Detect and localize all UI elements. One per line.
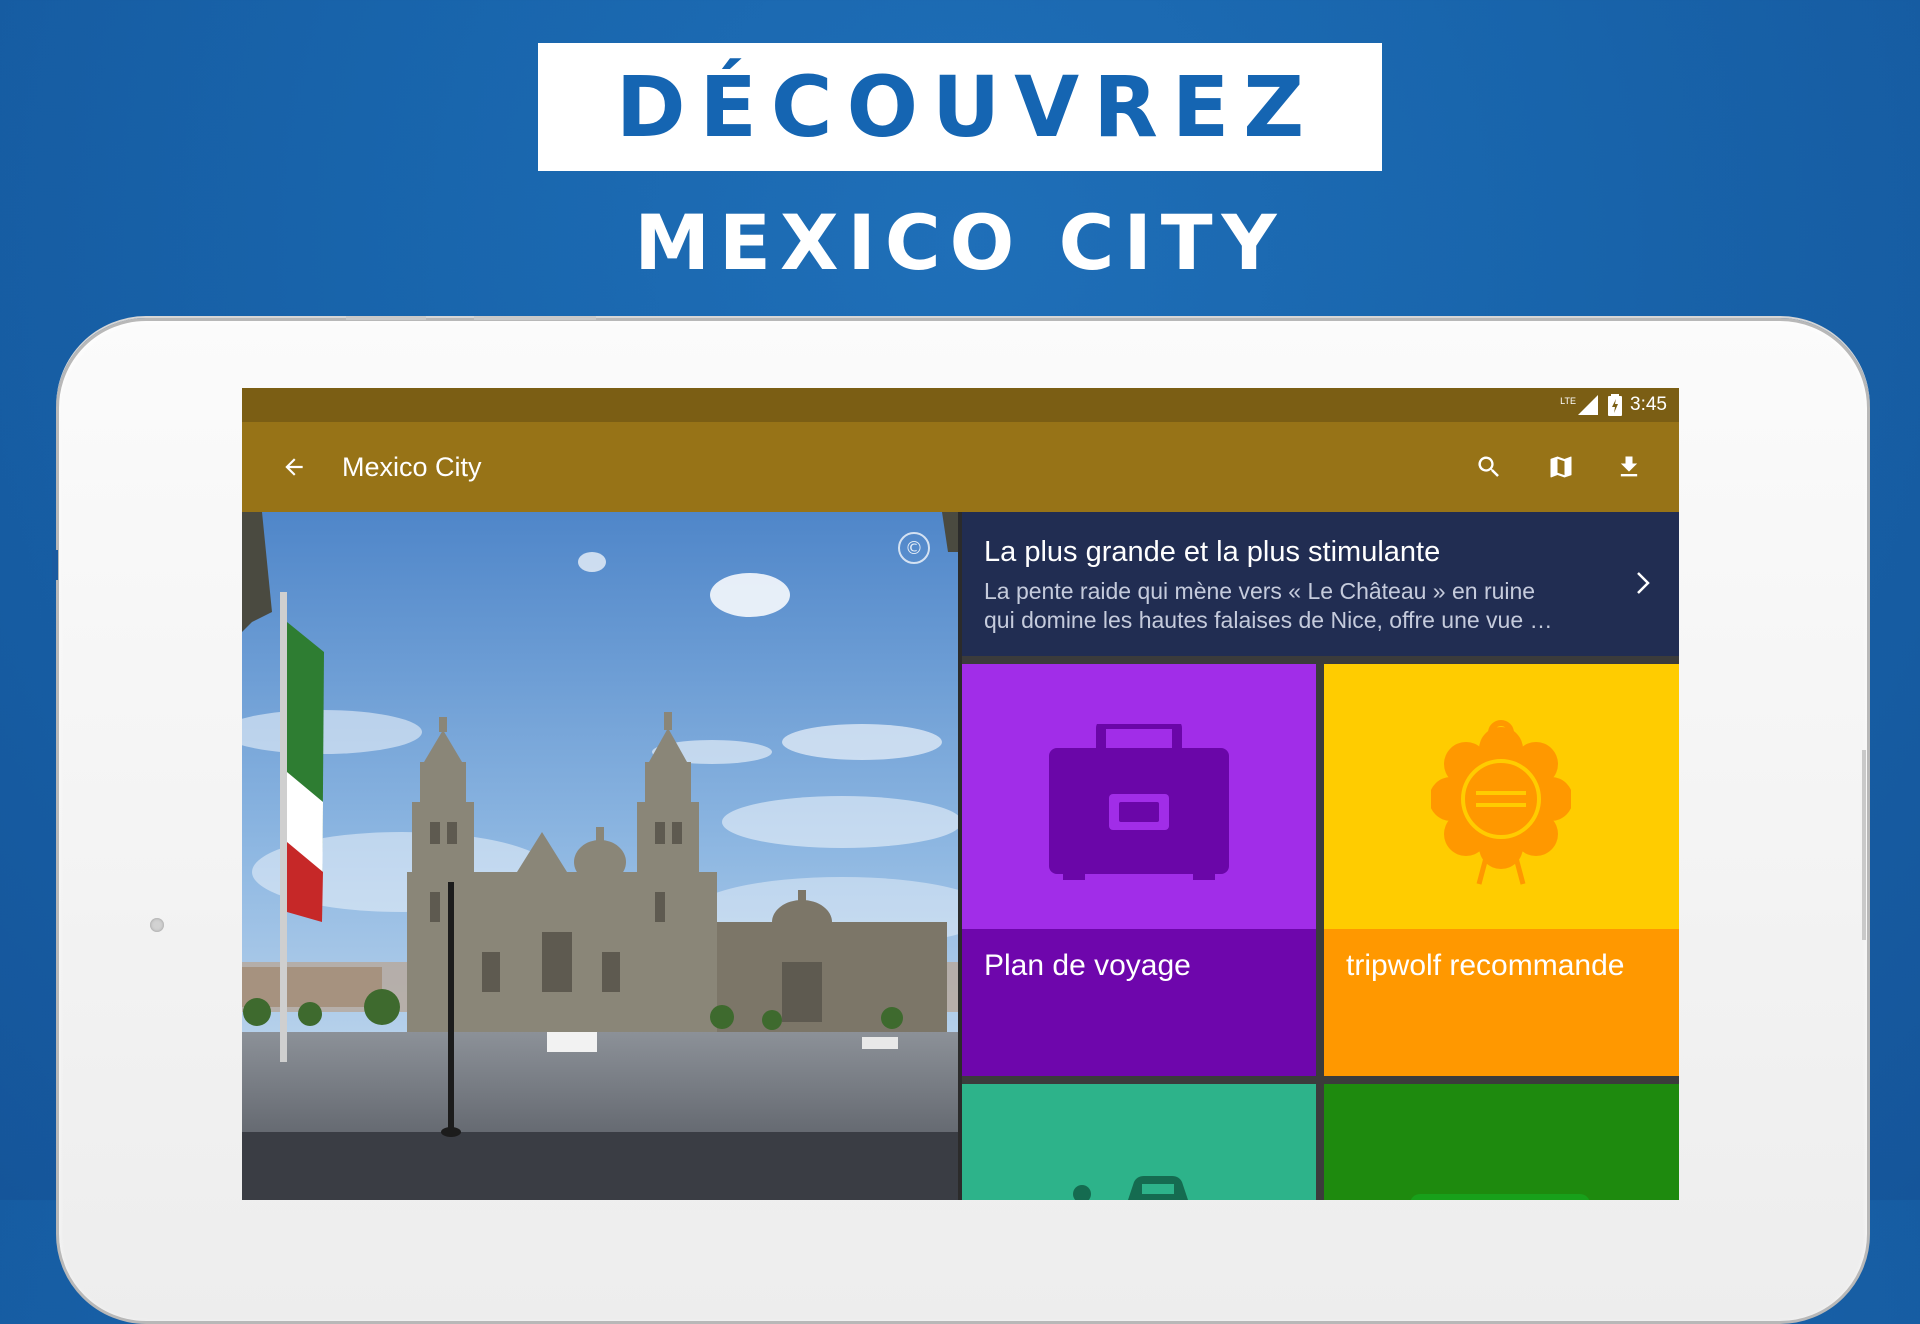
- featured-title: La plus grande et la plus stimulante: [984, 536, 1441, 568]
- featured-description-line1: La pente raide qui mène vers « Le Châtea…: [984, 578, 1536, 604]
- hero-photo-zocalo-cathedral[interactable]: ©: [242, 512, 958, 1200]
- promo-subheadline: MEXICO CITY: [634, 198, 1286, 287]
- copyright-icon: ©: [898, 532, 930, 564]
- battery-icon: [1608, 394, 1623, 416]
- tablet-side-button: [52, 550, 58, 580]
- lte-label: LTE: [1560, 396, 1577, 406]
- tablet-side-button: [1862, 750, 1866, 940]
- tile-label: Plan de voyage: [984, 949, 1191, 982]
- app-screen: LTE 3:45 Mexico City © La plus grande et…: [242, 388, 1679, 1200]
- car-icon: [1073, 1176, 1188, 1200]
- tablet-top-button: [474, 316, 596, 320]
- featured-description-line2: qui domine les hautes falaises de Nice, …: [984, 607, 1553, 633]
- ticket-icon: [1410, 1194, 1590, 1200]
- camera-dot: [150, 918, 164, 932]
- app-title: Mexico City: [342, 451, 482, 482]
- tile-tripwolf-recommande[interactable]: tripwolf recommande: [1324, 664, 1679, 1076]
- chevron-right-icon[interactable]: [1634, 570, 1652, 601]
- tile-transport[interactable]: [962, 1084, 1316, 1200]
- status-bar: LTE 3:45: [242, 388, 1679, 422]
- seal-icon: [1431, 720, 1571, 885]
- app-bar: Mexico City: [242, 422, 1679, 512]
- map-icon[interactable]: [1547, 453, 1575, 481]
- tile-plan-de-voyage[interactable]: Plan de voyage: [962, 664, 1316, 1076]
- tile-label: tripwolf recommande: [1346, 949, 1625, 982]
- status-time: 3:45: [1630, 394, 1667, 415]
- signal-icon: [1578, 395, 1599, 415]
- tile-events[interactable]: [1324, 1084, 1679, 1200]
- download-icon[interactable]: [1615, 453, 1643, 481]
- promo-headline-box: DÉCOUVREZ: [538, 43, 1382, 171]
- featured-article-card[interactable]: La plus grande et la plus stimulante La …: [962, 512, 1679, 656]
- tile-label-bar: tripwolf recommande: [1324, 929, 1679, 1076]
- tablet-top-button: [346, 316, 426, 320]
- promo-headline: DÉCOUVREZ: [615, 58, 1319, 156]
- back-arrow-icon[interactable]: [280, 453, 308, 481]
- tile-label-bar: Plan de voyage: [962, 929, 1316, 1076]
- search-icon[interactable]: [1475, 453, 1503, 481]
- content-grid: La plus grande et la plus stimulante La …: [962, 512, 1679, 1200]
- briefcase-icon: [1049, 724, 1229, 880]
